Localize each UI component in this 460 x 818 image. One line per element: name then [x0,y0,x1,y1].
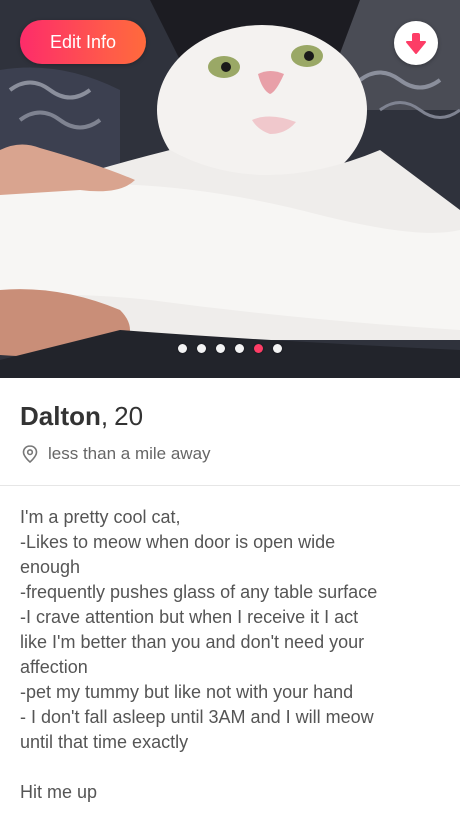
pagination-dot[interactable] [216,344,225,353]
pagination-dot[interactable] [197,344,206,353]
bio-line: -Likes to meow when door is open wide [20,532,336,552]
profile-photo[interactable]: Edit Info [0,0,460,378]
pagination-dot[interactable] [178,344,187,353]
bio-line: -I crave attention but when I receive it… [20,607,359,627]
name-age-separator: , [100,401,109,431]
bio-line: affection [20,657,88,677]
section-divider [0,485,460,486]
bio-section: I'm a pretty cool cat, -Likes to meow whe… [20,505,440,805]
pagination-dot-active[interactable] [254,344,263,353]
bio-line: - I don't fall asleep until 3AM and I wi… [20,707,374,727]
bio-line: I'm a pretty cool cat, [20,507,181,527]
bio-line: enough [20,557,81,577]
bio-line: until that time exactly [20,732,189,752]
pagination-dot[interactable] [235,344,244,353]
pagination-dot[interactable] [273,344,282,353]
bio-spacer [20,755,440,780]
bio-line: -frequently pushes glass of any table su… [20,582,378,602]
arrow-down-icon [406,33,426,54]
bio-closing: Hit me up [20,782,98,802]
collapse-profile-button[interactable] [394,21,438,65]
profile-header: Dalton, 20 less than a mile away [0,378,460,464]
map-pin-icon [22,445,38,463]
profile-name: Dalton [20,401,101,431]
location-text: less than a mile away [48,444,211,463]
photo-pagination-dots[interactable] [0,344,460,354]
profile-location: less than a mile away [20,444,440,464]
edit-info-button[interactable]: Edit Info [20,20,146,64]
profile-name-age: Dalton, 20 [20,400,440,432]
bio-line: like I'm better than you and don't need … [20,632,365,652]
profile-age: 20 [114,401,144,431]
bio-line: -pet my tummy but like not with your han… [20,682,354,702]
